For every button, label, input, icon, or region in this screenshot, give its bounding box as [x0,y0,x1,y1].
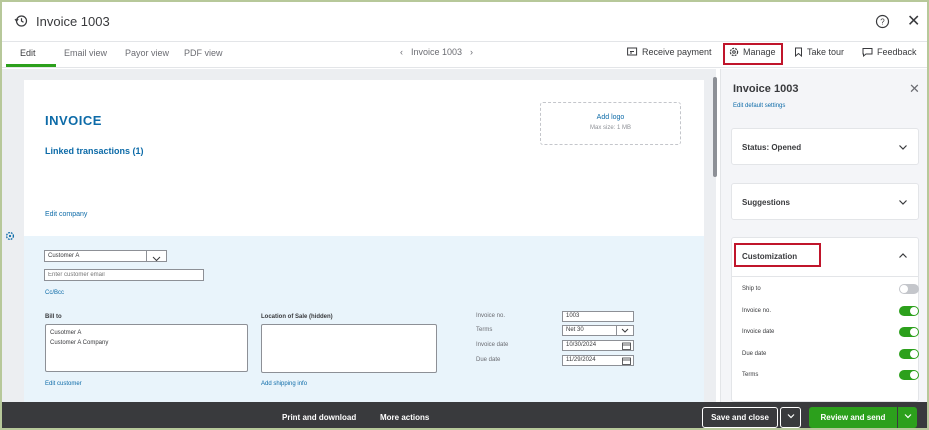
customer-email-input[interactable] [44,269,204,281]
due-date-label: Due date [476,357,501,363]
review-send-button[interactable]: Review and send [809,407,897,428]
toggle-label-invoice-no: Invoice no. [742,308,772,314]
cc-bcc-link[interactable]: Cc/Bcc [45,290,64,296]
add-logo-box[interactable]: Add logo Max size: 1 MB [540,102,681,145]
invoice-header-section: INVOICE Linked transactions (1) Edit com… [24,80,704,236]
svg-text:?: ? [880,18,885,27]
terms-dropdown-button[interactable] [616,325,634,336]
logo-max-size: Max size: 1 MB [589,125,631,131]
tab-email-view[interactable]: Email view [64,48,107,58]
suggestions-card[interactable]: Suggestions [731,183,919,220]
terms-select[interactable]: Net 30 [562,325,617,336]
location-of-sale-field[interactable] [261,324,437,373]
due-date-value: 11/29/2024 [566,357,596,363]
terms-label: Terms [476,327,493,333]
chevron-down-icon [787,414,794,419]
invoice-heading: INVOICE [45,113,102,128]
chevron-down-icon [899,145,907,150]
status-label: Status: Opened [742,143,802,152]
edit-customer-link[interactable]: Edit customer [45,381,82,387]
chevron-down-icon [621,328,629,333]
add-logo-label: Add logo [596,114,625,121]
calendar-icon[interactable] [622,357,631,365]
take-tour-button[interactable]: Take tour [794,47,844,57]
active-tab-indicator [6,64,56,67]
receive-payment-button[interactable]: Receive payment [627,47,712,57]
chevron-down-icon [904,414,911,419]
work-area-scrollbar[interactable] [713,77,717,177]
invoice-date-value: 10/30/2024 [566,342,597,348]
history-icon[interactable] [14,14,28,28]
take-tour-label: Take tour [807,47,845,57]
feedback-button[interactable]: Feedback [862,47,917,57]
panel-title: Invoice 1003 [733,83,799,95]
save-close-button[interactable]: Save and close [702,407,778,428]
receive-payment-label: Receive payment [642,47,712,57]
invoice-sheet: INVOICE Linked transactions (1) Edit com… [24,80,704,402]
ship-to-toggle[interactable] [899,284,919,294]
calendar-icon[interactable] [622,342,631,350]
action-footer: Print and download More actions Save and… [2,402,927,428]
edit-company-link[interactable]: Edit company [45,211,87,218]
manage-highlight [723,43,783,65]
toggle-label-due-date: Due date [742,351,767,357]
add-shipping-info-link[interactable]: Add shipping info [261,381,307,387]
more-actions-button[interactable]: More actions [380,413,429,422]
prev-invoice-button[interactable]: ‹ [400,47,403,57]
due-date-toggle[interactable] [899,349,919,359]
tab-payor-view[interactable]: Payor view [125,48,169,58]
due-date-input[interactable]: 11/29/2024 [562,355,634,366]
invoice-customer-section: Customer A Cc/Bcc Bill to Cusotmer A Cus… [24,236,704,402]
print-download-button[interactable]: Print and download [282,413,356,422]
tab-pdf-view[interactable]: PDF view [184,48,223,58]
invoice-side-panel: Invoice 1003 ✕ Edit default settings Sta… [720,69,927,402]
divider [732,276,918,277]
invoice-no-input[interactable]: 1003 [562,311,634,322]
navigator-label: Invoice 1003 [411,47,463,57]
feedback-label: Feedback [877,47,917,57]
status-card[interactable]: Status: Opened [731,128,919,165]
customer-dropdown-button[interactable] [146,250,167,262]
chevron-down-icon [152,256,161,262]
invoice-no-label: Invoice no. [476,313,506,319]
chat-bubble-icon [862,48,873,57]
bill-to-label: Bill to [45,314,62,320]
bookmark-icon [795,47,802,57]
location-of-sale-label: Location of Sale (hidden) [261,314,333,320]
help-icon[interactable]: ? [875,14,890,29]
bill-to-address[interactable]: Cusotmer A Customer A Company [45,324,248,372]
toggle-label-invoice-date: Invoice date [742,329,775,335]
invoice-date-toggle[interactable] [899,327,919,337]
linked-transactions-link[interactable]: Linked transactions (1) [45,146,144,156]
receive-payment-icon [627,47,638,56]
toggle-label-ship-to: Ship to [742,286,761,292]
chevron-down-icon [899,200,907,205]
tab-edit[interactable]: Edit [20,48,36,58]
next-invoice-button[interactable]: › [470,47,473,57]
invoice-window: Invoice 1003 ? ✕ Edit Email view Payor v… [0,0,929,430]
suggestions-label: Suggestions [742,198,791,207]
settings-gear-icon[interactable] [5,231,15,241]
chevron-up-icon[interactable] [898,252,908,260]
customization-highlight [734,243,821,267]
invoice-date-label: Invoice date [476,342,509,348]
window-title: Invoice 1003 [36,14,110,29]
invoice-navigator: ‹ Invoice 1003 › [400,47,473,57]
panel-close-icon[interactable]: ✕ [909,81,920,97]
view-tabs: Edit Email view Payor view PDF view ‹ In… [2,42,927,68]
invoice-no-toggle[interactable] [899,306,919,316]
save-options-button[interactable] [780,407,801,428]
invoice-date-input[interactable]: 10/30/2024 [562,340,634,351]
terms-toggle[interactable] [899,370,919,380]
send-options-button[interactable] [898,407,917,428]
bill-to-line: Cusotmer A [50,330,82,336]
edit-default-settings-link[interactable]: Edit default settings [733,103,785,109]
title-bar: Invoice 1003 ? ✕ [2,2,927,42]
toggle-label-terms: Terms [742,372,759,378]
close-icon[interactable]: ✕ [907,14,920,30]
bill-to-line: Customer A Company [50,340,109,346]
